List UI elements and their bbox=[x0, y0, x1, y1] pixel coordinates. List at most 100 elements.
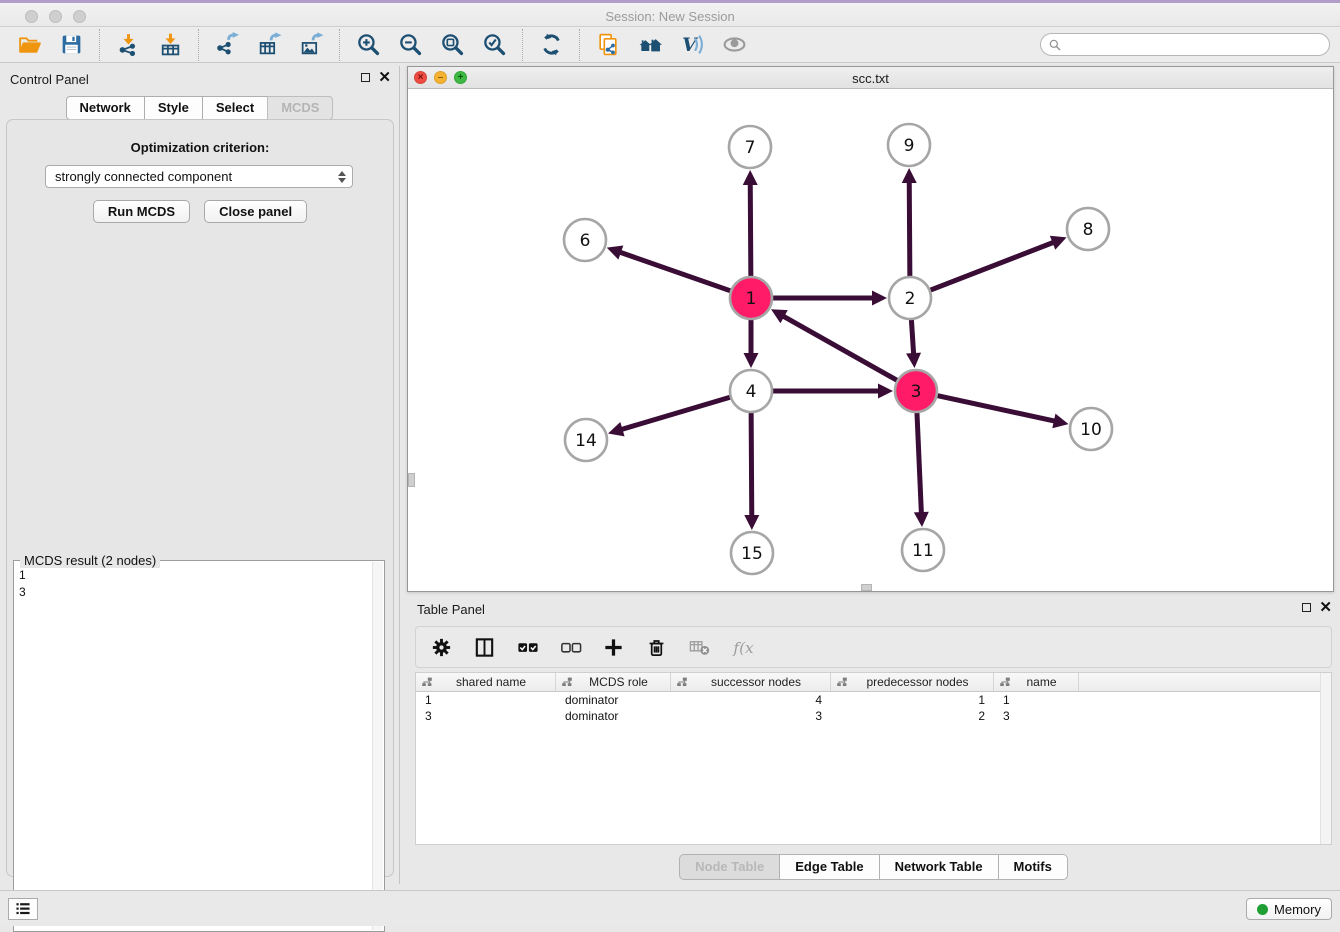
tab-style[interactable]: Style bbox=[144, 96, 203, 120]
zoom-selected-button[interactable] bbox=[479, 30, 509, 60]
select-all-button[interactable] bbox=[514, 634, 540, 660]
float-panel-icon[interactable] bbox=[361, 73, 370, 82]
canvas-vertical-scroll-thumb[interactable] bbox=[408, 473, 415, 487]
tab-network[interactable]: Network bbox=[66, 96, 145, 120]
import-network-button[interactable] bbox=[113, 30, 143, 60]
node-6[interactable]: 6 bbox=[564, 219, 606, 261]
tab-select[interactable]: Select bbox=[202, 96, 268, 120]
columns-button[interactable] bbox=[471, 634, 497, 660]
criterion-dropdown[interactable]: strongly connected component bbox=[45, 165, 353, 188]
network-window-title: scc.txt bbox=[408, 71, 1333, 86]
table-cell[interactable]: 1 bbox=[994, 692, 1079, 708]
vizmapper-button[interactable]: V bbox=[677, 30, 707, 60]
edge-1-6[interactable] bbox=[607, 245, 731, 291]
zoom-out-icon bbox=[398, 32, 423, 57]
float-table-panel-icon[interactable] bbox=[1302, 603, 1311, 612]
add-button[interactable] bbox=[600, 634, 626, 660]
table-cell[interactable]: dominator bbox=[556, 692, 671, 708]
memory-button[interactable]: Memory bbox=[1246, 898, 1332, 920]
table-cell[interactable]: dominator bbox=[556, 708, 671, 724]
node-8[interactable]: 8 bbox=[1067, 208, 1109, 250]
home-button[interactable] bbox=[635, 30, 665, 60]
tab-edge-table[interactable]: Edge Table bbox=[779, 854, 879, 880]
zoom-fit-button[interactable] bbox=[437, 30, 467, 60]
node-1[interactable]: 1 bbox=[730, 277, 772, 319]
node-7[interactable]: 7 bbox=[729, 126, 771, 168]
column-header-successor-nodes[interactable]: successor nodes bbox=[671, 673, 831, 691]
tab-node-table[interactable]: Node Table bbox=[679, 854, 780, 880]
refresh-button[interactable] bbox=[536, 30, 566, 60]
search-input[interactable] bbox=[1062, 38, 1329, 52]
svg-text:f(x): f(x) bbox=[732, 638, 754, 656]
node-11[interactable]: 11 bbox=[902, 529, 944, 571]
edge-4-15[interactable] bbox=[744, 412, 759, 530]
network-window-titlebar[interactable]: × – + scc.txt bbox=[408, 67, 1333, 89]
edge-1-2[interactable] bbox=[772, 291, 887, 306]
function-button[interactable]: f(x) bbox=[729, 634, 755, 660]
delete-table-button[interactable] bbox=[686, 634, 712, 660]
column-header-predecessor-nodes[interactable]: predecessor nodes bbox=[831, 673, 994, 691]
node-15[interactable]: 15 bbox=[731, 532, 773, 574]
search-field[interactable] bbox=[1040, 33, 1330, 56]
open-folder-button[interactable] bbox=[14, 30, 44, 60]
table-cell[interactable]: 3 bbox=[994, 708, 1079, 724]
import-table-button[interactable] bbox=[155, 30, 185, 60]
select-all-icon bbox=[516, 636, 539, 659]
close-panel-button[interactable]: Close panel bbox=[204, 200, 307, 223]
table-cell[interactable]: 1 bbox=[416, 692, 556, 708]
node-10[interactable]: 10 bbox=[1070, 408, 1112, 450]
table-row[interactable]: 3dominator323 bbox=[416, 708, 1331, 724]
tab-network-table[interactable]: Network Table bbox=[879, 854, 999, 880]
tab-motifs[interactable]: Motifs bbox=[998, 854, 1068, 880]
node-14[interactable]: 14 bbox=[565, 419, 607, 461]
mcds-tab-content: Optimization criterion: strongly connect… bbox=[6, 119, 394, 877]
export-network-button[interactable] bbox=[212, 30, 242, 60]
close-panel-icon[interactable]: ✕ bbox=[378, 72, 391, 83]
table-scrollbar[interactable] bbox=[1320, 673, 1331, 844]
tab-mcds[interactable]: MCDS bbox=[267, 96, 333, 120]
edge-3-1[interactable] bbox=[771, 309, 898, 380]
node-2[interactable]: 2 bbox=[889, 277, 931, 319]
trash-button[interactable] bbox=[643, 634, 669, 660]
task-history-button[interactable] bbox=[8, 898, 38, 920]
open-folder-icon bbox=[17, 32, 42, 57]
edge-1-4[interactable] bbox=[744, 319, 759, 368]
table-cell[interactable]: 2 bbox=[831, 708, 994, 724]
edge-3-11[interactable] bbox=[914, 412, 929, 527]
node-4[interactable]: 4 bbox=[730, 370, 772, 412]
duplicate-network-button[interactable] bbox=[593, 30, 623, 60]
zoom-in-button[interactable] bbox=[353, 30, 383, 60]
column-header-name[interactable]: name bbox=[994, 673, 1079, 691]
gear-button[interactable] bbox=[428, 634, 454, 660]
table-row[interactable]: 1dominator411 bbox=[416, 692, 1331, 708]
unselect-all-icon bbox=[559, 636, 582, 659]
edge-3-10[interactable] bbox=[937, 395, 1069, 428]
network-canvas[interactable]: 7 9 6 8 1 2 4 3 14 10 15 11 bbox=[408, 89, 1333, 591]
table-cell[interactable]: 3 bbox=[671, 708, 831, 724]
close-table-panel-icon[interactable]: ✕ bbox=[1319, 602, 1332, 613]
table-cell[interactable]: 4 bbox=[671, 692, 831, 708]
export-image-button[interactable] bbox=[296, 30, 326, 60]
table-cell[interactable]: 3 bbox=[416, 708, 556, 724]
mcds-result-text[interactable]: 13 bbox=[15, 567, 26, 601]
export-table-button[interactable] bbox=[254, 30, 284, 60]
column-header-MCDS-role[interactable]: MCDS role bbox=[556, 673, 671, 691]
edge-2-3[interactable] bbox=[906, 319, 921, 368]
table-cell[interactable]: 1 bbox=[831, 692, 994, 708]
canvas-horizontal-scroll-thumb[interactable] bbox=[861, 584, 872, 591]
column-header-shared-name[interactable]: shared name bbox=[416, 673, 556, 691]
result-line: 1 bbox=[19, 567, 26, 584]
show-hide-button[interactable] bbox=[719, 30, 749, 60]
unselect-all-button[interactable] bbox=[557, 634, 583, 660]
zoom-out-button[interactable] bbox=[395, 30, 425, 60]
edge-2-9[interactable] bbox=[902, 168, 917, 277]
node-3[interactable]: 3 bbox=[895, 370, 937, 412]
save-button[interactable] bbox=[56, 30, 86, 60]
node-9[interactable]: 9 bbox=[888, 124, 930, 166]
edge-1-7[interactable] bbox=[743, 170, 758, 277]
result-scrollbar[interactable] bbox=[372, 562, 383, 930]
edge-4-3[interactable] bbox=[772, 384, 893, 399]
edge-2-8[interactable] bbox=[930, 236, 1067, 291]
edge-4-14[interactable] bbox=[608, 397, 731, 436]
run-mcds-button[interactable]: Run MCDS bbox=[93, 200, 190, 223]
